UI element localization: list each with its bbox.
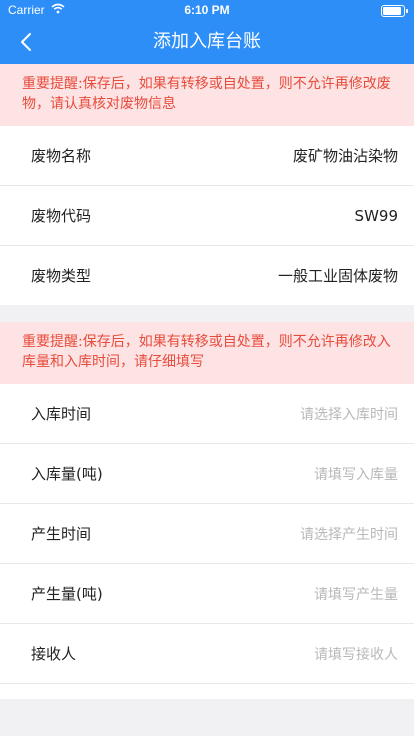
status-bar: Carrier 6:10 PM	[0, 0, 414, 20]
production-amount-field[interactable]: 产生量(吨) 请填写产生量	[0, 564, 414, 624]
storage-amount-placeholder[interactable]: 请填写入库量	[314, 464, 398, 484]
waste-code-row: 废物代码 SW99	[0, 186, 414, 246]
receiver-field[interactable]: 接收人 请填写接收人	[0, 624, 414, 684]
storage-time-label: 入库时间	[31, 405, 92, 423]
waste-name-row: 废物名称 废矿物油沾染物	[0, 126, 414, 186]
header: Carrier 6:10 PM 添加入库台账	[0, 0, 414, 64]
nav-bar: 添加入库台账	[0, 20, 414, 64]
waste-name-value: 废矿物油沾染物	[292, 147, 398, 165]
waste-type-row: 废物类型 一般工业固体废物	[0, 246, 414, 305]
storage-time-field[interactable]: 入库时间 请选择入库时间	[0, 384, 414, 444]
notice-storage: 重要提醒:保存后，如果有转移或自处置，则不允许再修改入库量和入库时间，请仔细填写	[0, 322, 414, 384]
waste-info-list: 废物名称 废矿物油沾染物 废物代码 SW99 废物类型 一般工业固体废物	[0, 126, 414, 305]
storage-amount-field[interactable]: 入库量(吨) 请填写入库量	[0, 444, 414, 504]
waste-type-value: 一般工业固体废物	[277, 267, 398, 285]
page-title: 添加入库台账	[153, 31, 261, 52]
status-time: 6:10 PM	[184, 3, 230, 17]
waste-name-label: 废物名称	[31, 147, 92, 165]
storage-form: 入库时间 请选择入库时间 入库量(吨) 请填写入库量 产生时间 请选择产生时间 …	[0, 384, 414, 699]
production-time-label: 产生时间	[31, 525, 92, 543]
form-footer-space	[0, 684, 414, 699]
notice-waste-info: 重要提醒:保存后，如果有转移或自处置，则不允许再修改废物，请认真核对废物信息	[0, 64, 414, 126]
battery-icon	[381, 5, 408, 17]
storage-amount-label: 入库量(吨)	[31, 465, 103, 483]
storage-time-placeholder[interactable]: 请选择入库时间	[300, 404, 398, 424]
waste-code-value: SW99	[354, 206, 398, 225]
receiver-label: 接收人	[31, 645, 77, 663]
back-button[interactable]	[18, 31, 34, 53]
production-time-placeholder[interactable]: 请选择产生时间	[300, 524, 398, 544]
receiver-placeholder[interactable]: 请填写接收人	[314, 644, 398, 664]
production-time-field[interactable]: 产生时间 请选择产生时间	[0, 504, 414, 564]
waste-code-label: 废物代码	[31, 207, 92, 225]
chevron-left-icon	[21, 33, 31, 51]
production-amount-label: 产生量(吨)	[31, 585, 103, 603]
section-divider	[0, 305, 414, 322]
waste-type-label: 废物类型	[31, 267, 92, 285]
production-amount-placeholder[interactable]: 请填写产生量	[314, 584, 398, 604]
